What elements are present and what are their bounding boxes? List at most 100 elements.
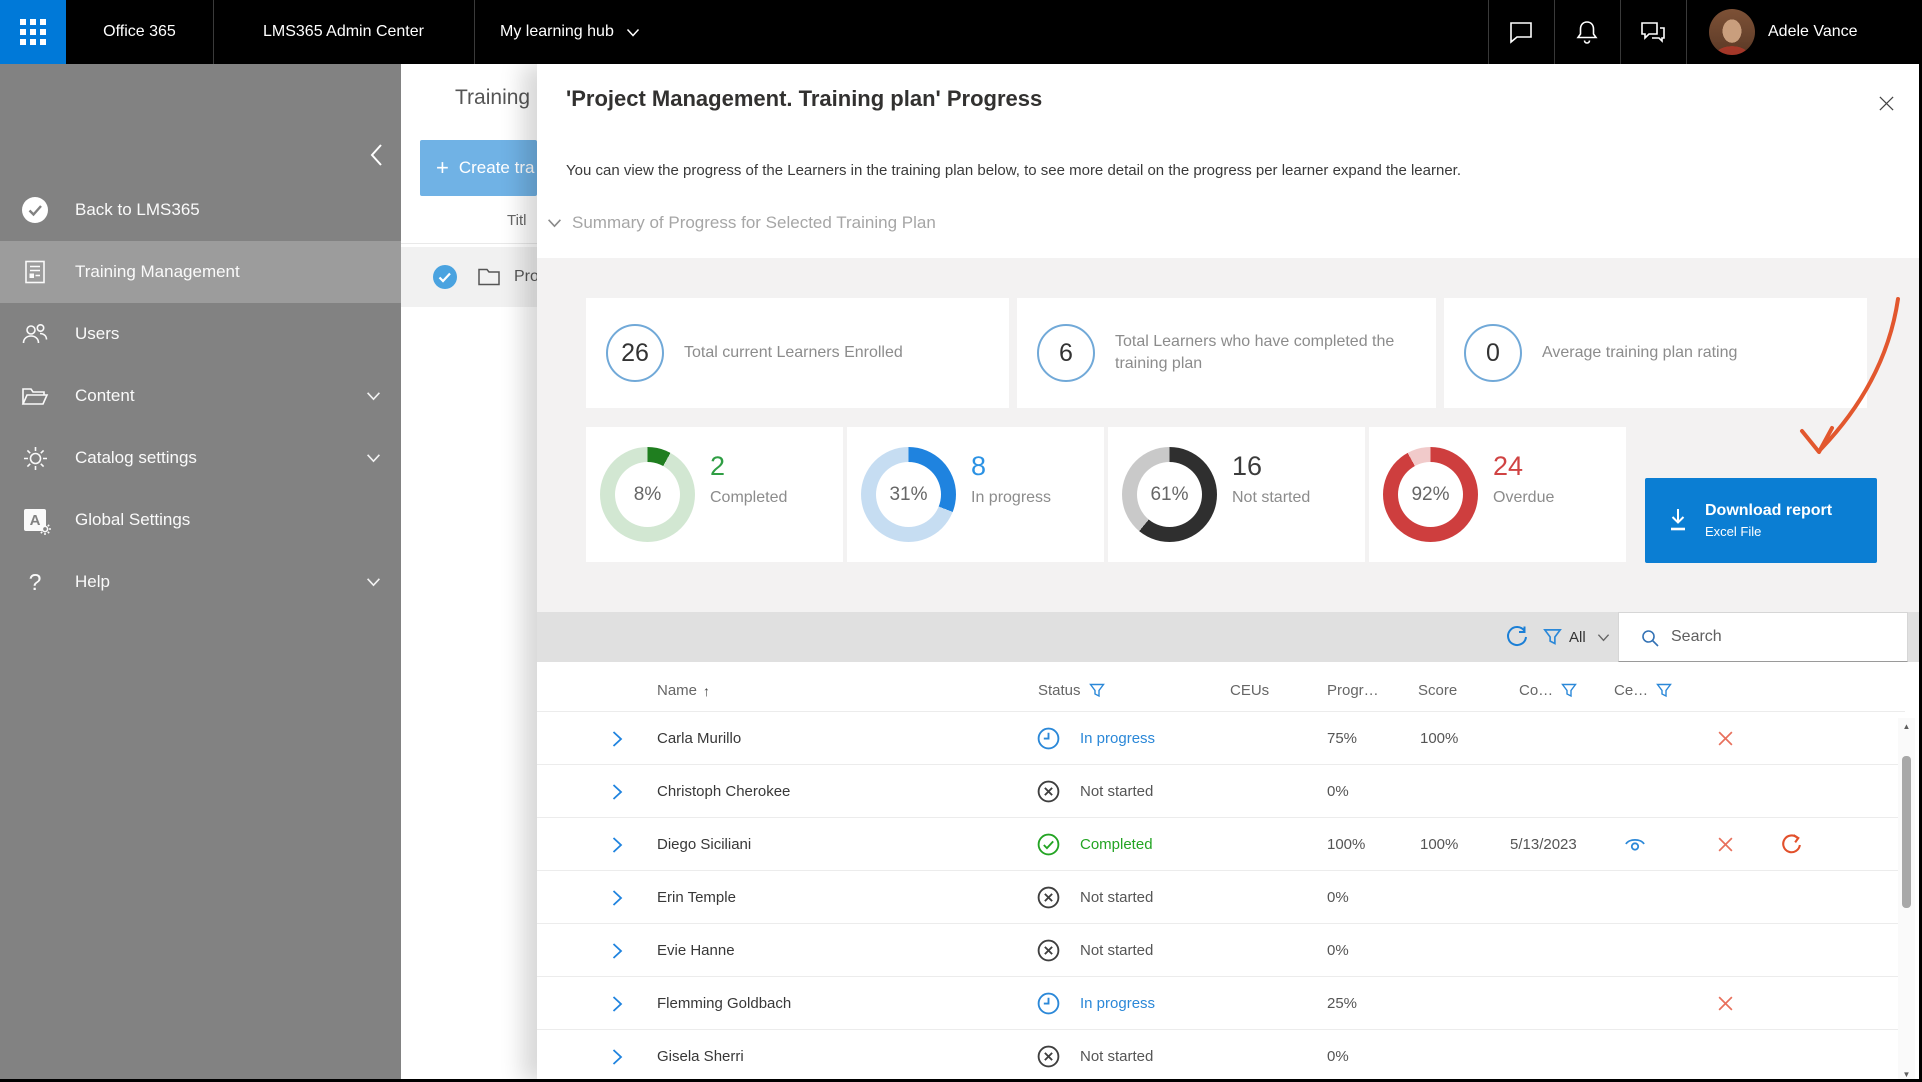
column-header-name[interactable]: Name ↑ (657, 670, 710, 711)
column-header-completed[interactable]: Co… (1519, 670, 1578, 711)
chat-button[interactable] (1488, 0, 1554, 64)
donut-label: Completed (710, 489, 788, 506)
column-header-certificate[interactable]: Ce… (1614, 670, 1673, 711)
feedback-button[interactable] (1620, 0, 1686, 64)
vertical-scrollbar[interactable]: ▲ ▼ (1898, 718, 1915, 1079)
stat-card: 6 Total Learners who have completed the t… (1017, 298, 1436, 408)
download-report-button[interactable]: Download report Excel File (1645, 478, 1877, 563)
sidebar-collapse-button[interactable] (364, 140, 390, 170)
view-certificate-icon[interactable] (1622, 818, 1648, 871)
sidebar-item-users[interactable]: Users (0, 303, 401, 365)
training-plan-row[interactable]: Pro (401, 247, 537, 307)
sidebar-item-label: Content (75, 386, 135, 405)
stat-label: Average training plan rating (1542, 344, 1738, 362)
donut-chart-not-started: 61% (1122, 447, 1217, 542)
office365-link[interactable]: Office 365 (66, 0, 213, 64)
document-icon (20, 257, 50, 287)
donut-card-not-started: 61% 16 Not started (1108, 427, 1365, 562)
learner-name: Carla Murillo (657, 730, 742, 747)
column-header-score[interactable]: Score (1418, 670, 1457, 711)
chevron-down-icon (548, 219, 561, 228)
expand-chevron-icon[interactable] (611, 871, 623, 924)
sidebar-item-label: Training Management (75, 262, 240, 281)
summary-section-title: Summary of Progress for Selected Trainin… (572, 213, 936, 232)
download-icon (1671, 509, 1685, 531)
chevron-down-icon (366, 577, 381, 587)
admin-center-link[interactable]: LMS365 Admin Center (213, 0, 474, 64)
learner-name: Christoph Cherokee (657, 783, 791, 800)
expand-chevron-icon[interactable] (611, 818, 623, 871)
table-row[interactable]: Gisela Sherri Not started 0% (537, 1029, 1905, 1079)
expand-chevron-icon[interactable] (611, 977, 623, 1030)
scrollbar-thumb[interactable] (1902, 756, 1911, 908)
filter-icon[interactable] (1088, 683, 1105, 698)
sidebar-item-content[interactable]: Content (0, 365, 401, 427)
progress-value: 25% (1327, 995, 1358, 1012)
progress-value: 100% (1327, 836, 1366, 853)
dialog-title: 'Project Management. Training plan' Prog… (566, 86, 1043, 111)
donut-label: Overdue (1493, 489, 1555, 506)
filter-icon (1543, 629, 1562, 645)
sidebar-item-help[interactable]: ? Help (0, 551, 401, 613)
filter-dropdown[interactable] (1543, 612, 1562, 662)
table-row[interactable]: Carla Murillo In progress 75% 100% (537, 711, 1905, 764)
sidebar-item-back-to-lms365[interactable]: Back to LMS365 (0, 179, 401, 241)
close-button[interactable] (1873, 90, 1899, 116)
stat-label: Total Learners who have completed the tr… (1115, 333, 1395, 372)
chevron-left-icon (370, 144, 382, 166)
table-header: Name ↑ Status CEUs Progr… Score Co… Ce… (537, 670, 1919, 711)
donut-percent-label: 61% (1137, 462, 1202, 527)
notifications-icon (1576, 21, 1598, 44)
progress-value: 0% (1327, 1048, 1349, 1065)
expand-chevron-icon[interactable] (611, 1030, 623, 1079)
chevron-down-icon[interactable] (1597, 612, 1610, 662)
table-row[interactable]: Christoph Cherokee Not started 0% (537, 764, 1905, 817)
expand-chevron-icon[interactable] (611, 712, 623, 765)
check-circle-icon (20, 195, 50, 225)
table-row[interactable]: Evie Hanne Not started 0% (537, 923, 1905, 976)
scroll-down-icon[interactable]: ▼ (1898, 1066, 1915, 1079)
summary-section-toggle[interactable]: Summary of Progress for Selected Trainin… (547, 210, 936, 236)
expand-chevron-icon[interactable] (611, 924, 623, 977)
sidebar: Back to LMS365 Training Management Users… (0, 64, 401, 1079)
learning-hub-menu[interactable]: My learning hub (474, 0, 674, 64)
notifications-button[interactable] (1554, 0, 1620, 64)
column-header-progress[interactable]: Progr… (1327, 670, 1379, 711)
status-not-started-icon (1036, 924, 1061, 977)
filter-value[interactable]: All (1569, 612, 1586, 662)
avatar[interactable] (1709, 9, 1755, 55)
sidebar-item-catalog-settings[interactable]: Catalog settings (0, 427, 401, 489)
delete-icon[interactable] (1717, 818, 1734, 871)
table-row[interactable]: Erin Temple Not started 0% (537, 870, 1905, 923)
expand-chevron-icon[interactable] (611, 765, 623, 818)
scroll-up-icon[interactable]: ▲ (1898, 718, 1915, 734)
sidebar-item-label: Catalog settings (75, 448, 197, 467)
learning-hub-label: My learning hub (500, 23, 614, 40)
filter-icon[interactable] (1561, 683, 1578, 698)
divider (401, 243, 537, 244)
search-input[interactable] (1669, 613, 1894, 661)
user-name[interactable]: Adele Vance (1768, 0, 1858, 64)
filter-icon[interactable] (1656, 683, 1673, 698)
score-value: 100% (1420, 836, 1459, 853)
column-header-ceus[interactable]: CEUs (1230, 670, 1269, 711)
refresh-button[interactable] (1505, 612, 1529, 662)
restart-icon[interactable] (1780, 818, 1803, 871)
stat-value-circle: 26 (606, 324, 664, 382)
create-training-button[interactable]: + Create tra (420, 140, 537, 196)
sidebar-item-training-management[interactable]: Training Management (0, 241, 401, 303)
delete-icon[interactable] (1717, 977, 1734, 1030)
donut-card-completed: 8% 2 Completed (586, 427, 843, 562)
app-launcher-button[interactable] (0, 0, 66, 64)
column-header-status[interactable]: Status (1038, 670, 1105, 711)
divider (1686, 0, 1687, 64)
learner-name: Gisela Sherri (657, 1048, 744, 1065)
table-row[interactable]: Flemming Goldbach In progress 25% (537, 976, 1905, 1029)
status-label: In progress (1080, 730, 1156, 747)
sidebar-item-global-settings[interactable]: A Global Settings (0, 489, 401, 551)
donut-value: 8 (971, 451, 987, 481)
delete-icon[interactable] (1717, 712, 1734, 765)
status-in-progress-icon (1036, 712, 1061, 765)
donut-value: 2 (710, 451, 726, 481)
table-row[interactable]: Diego Siciliani Completed 100% 100% 5/13/202… (537, 817, 1905, 870)
